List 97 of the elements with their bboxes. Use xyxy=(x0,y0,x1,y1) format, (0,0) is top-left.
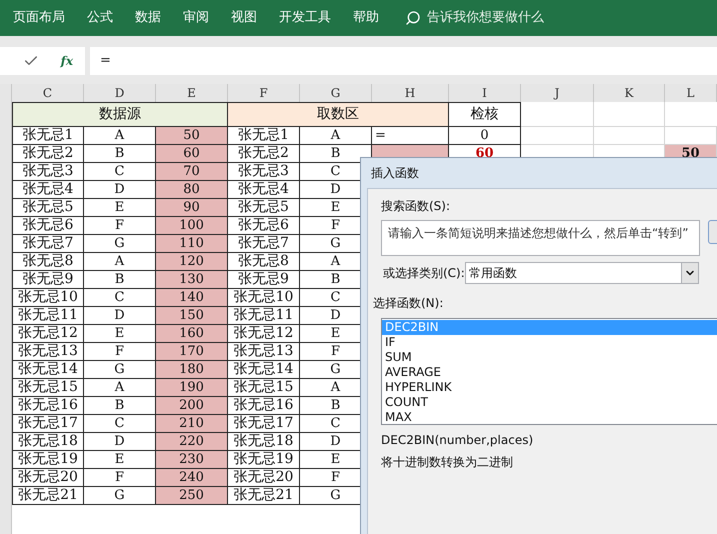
table-cell: 张无忌21 xyxy=(228,487,300,505)
table-cell: 张无忌17 xyxy=(12,415,84,433)
table-cell: 60 xyxy=(156,145,228,163)
table-cell: 张无忌11 xyxy=(228,307,300,325)
table-cell: 张无忌1 xyxy=(228,127,300,145)
table-cell: 张无忌12 xyxy=(12,325,84,343)
table-cell: 张无忌9 xyxy=(12,271,84,289)
table-cell: 张无忌5 xyxy=(228,199,300,217)
table-cell: 张无忌19 xyxy=(12,451,84,469)
field-label: 选择函数(N): xyxy=(373,295,444,312)
formula-input[interactable]: = xyxy=(90,47,717,75)
table-cell: 张无忌10 xyxy=(12,289,84,307)
column-header[interactable]: L xyxy=(665,84,717,102)
table-cell: 90 xyxy=(156,199,228,217)
function-list-item[interactable]: IF xyxy=(382,335,717,350)
table-cell: 张无忌4 xyxy=(228,181,300,199)
table-cell: 张无忌18 xyxy=(12,433,84,451)
ribbon-tab[interactable]: 帮助 xyxy=(353,8,379,28)
field-label: 搜索函数(S): xyxy=(381,198,452,215)
function-list-item[interactable]: COUNT xyxy=(382,395,717,410)
table-cell: 80 xyxy=(156,181,228,199)
table-cell: 200 xyxy=(156,397,228,415)
function-signature: DEC2BIN(number,places) xyxy=(381,432,534,449)
insert-function-button[interactable]: fx xyxy=(60,52,73,70)
table-cell: 张无忌8 xyxy=(228,253,300,271)
table-cell: 张无忌1 xyxy=(12,127,84,145)
table-cell: 0 xyxy=(449,127,521,145)
table-cell: 张无忌4 xyxy=(12,181,84,199)
table-cell: 张无忌13 xyxy=(228,343,300,361)
merged-header-cell: 取数区 xyxy=(228,102,449,127)
table-cell: 张无忌8 xyxy=(12,253,84,271)
dialog-title: 插入函数 xyxy=(370,165,420,182)
table-cell: 张无忌12 xyxy=(228,325,300,343)
table-cell: 130 xyxy=(156,271,228,289)
table-cell: 张无忌7 xyxy=(12,235,84,253)
ribbon-tab[interactable]: 公式 xyxy=(87,8,113,28)
table-cell: 张无忌16 xyxy=(228,397,300,415)
field-label: 或选择类别(C): xyxy=(383,265,465,282)
ribbon-tab[interactable]: 视图 xyxy=(231,8,257,28)
table-cell: 250 xyxy=(156,487,228,505)
table-cell: 张无忌2 xyxy=(228,145,300,163)
ribbon-tab[interactable]: 页面布局 xyxy=(13,8,65,28)
table-cell: 张无忌6 xyxy=(12,217,84,235)
table-cell: 张无忌13 xyxy=(12,343,84,361)
table-cell: 张无忌20 xyxy=(228,469,300,487)
table-cell: 张无忌15 xyxy=(12,379,84,397)
table-cell: 张无忌10 xyxy=(228,289,300,307)
table-cell: 张无忌21 xyxy=(12,487,84,505)
function-description: 将十进制数转换为二进制 xyxy=(381,454,514,471)
table-cell: 110 xyxy=(156,235,228,253)
function-list-item[interactable]: SUM xyxy=(382,350,717,365)
table-cell: 240 xyxy=(156,469,228,487)
table-cell: 张无忌16 xyxy=(12,397,84,415)
search-icon xyxy=(405,10,421,26)
table-cell: A xyxy=(300,127,372,145)
table-cell: 180 xyxy=(156,361,228,379)
table-cell: 140 xyxy=(156,289,228,307)
table-cell: 张无忌7 xyxy=(228,235,300,253)
table-cell: 220 xyxy=(156,433,228,451)
function-list-item[interactable]: HYPERLINK xyxy=(382,380,717,395)
table-cell: 张无忌3 xyxy=(228,163,300,181)
table-cell: 170 xyxy=(156,343,228,361)
search-function-field[interactable]: 请输入一条简短说明来描述您想做什么，然后单击“转到” xyxy=(381,220,700,256)
table-cell: 张无忌2 xyxy=(12,145,84,163)
ribbon-tab[interactable]: 开发工具 xyxy=(279,8,331,28)
empty-cell xyxy=(594,102,665,127)
column-header[interactable]: J xyxy=(521,84,594,102)
table-cell: 张无忌20 xyxy=(12,469,84,487)
table-cell: 70 xyxy=(156,163,228,181)
table-cell: 230 xyxy=(156,451,228,469)
ribbon-tab[interactable]: 审阅 xyxy=(183,8,209,28)
table-cell: 190 xyxy=(156,379,228,397)
table-cell: 150 xyxy=(156,307,228,325)
table-cell: 张无忌9 xyxy=(228,271,300,289)
column-header[interactable]: K xyxy=(594,84,665,102)
table-cell: 张无忌11 xyxy=(12,307,84,325)
table-cell: 50 xyxy=(156,127,228,145)
ribbon-tab[interactable]: 数据 xyxy=(135,8,161,28)
table-cell: 张无忌19 xyxy=(228,451,300,469)
table-cell: 张无忌14 xyxy=(12,361,84,379)
header-cell: 检核 xyxy=(449,102,521,127)
table-cell: 张无忌14 xyxy=(228,361,300,379)
table-cell: 张无忌18 xyxy=(228,433,300,451)
table-cell: 120 xyxy=(156,253,228,271)
table-cell: 张无忌6 xyxy=(228,217,300,235)
table-cell: 210 xyxy=(156,415,228,433)
table-cell: 张无忌17 xyxy=(228,415,300,433)
table-cell: 张无忌5 xyxy=(12,199,84,217)
table-cell: 160 xyxy=(156,325,228,343)
table-cell: 100 xyxy=(156,217,228,235)
table-cell: 张无忌15 xyxy=(228,379,300,397)
merged-header-cell: 数据源 xyxy=(12,102,228,127)
table-cell: 张无忌3 xyxy=(12,163,84,181)
category-dropdown[interactable]: 常用函数 xyxy=(465,262,699,284)
search-field[interactable]: 告诉我你想要做什么 xyxy=(405,8,587,28)
function-list-item[interactable]: AVERAGE xyxy=(382,365,717,380)
function-list-item[interactable]: MAX xyxy=(382,410,717,425)
